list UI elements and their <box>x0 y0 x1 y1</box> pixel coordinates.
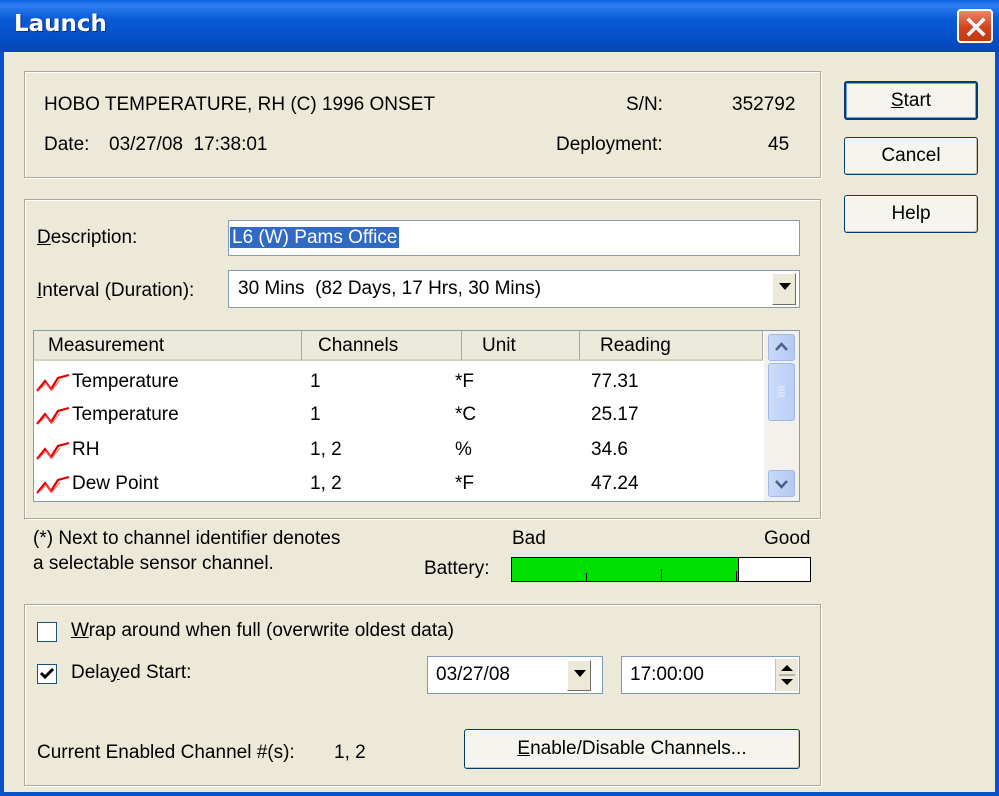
cell-reading: 34.6 <box>591 439 628 460</box>
deployment-value: 45 <box>768 134 790 155</box>
line-graph-icon <box>36 406 70 425</box>
chevron-up-icon <box>775 342 788 351</box>
wrap-checkbox[interactable] <box>37 622 57 642</box>
delayed-start-checkbox[interactable] <box>37 664 57 684</box>
description-label-key: D <box>37 227 51 248</box>
measurement-table[interactable]: Measurement Channels Unit Reading Temper… <box>33 330 800 502</box>
table-scrollbar[interactable] <box>764 331 799 501</box>
scroll-down-button[interactable] <box>768 470 795 497</box>
enable-button-key: E <box>517 738 531 759</box>
delayed-start-label[interactable]: Delayed Start: <box>71 662 191 684</box>
cell-measurement: Dew Point <box>72 473 159 494</box>
start-date-value: 03/27/08 <box>436 664 510 685</box>
column-header-unit[interactable]: Unit <box>462 331 580 361</box>
enable-button-label: nable/Disable Channels... <box>530 738 747 759</box>
sn-label: S/N: <box>626 94 663 115</box>
line-graph-icon <box>36 373 70 392</box>
interval-select[interactable]: 30 Mins (82 Days, 17 Hrs, 30 Mins) <box>228 270 800 308</box>
start-button-key: S <box>890 90 904 111</box>
deployment-label: Deployment: <box>556 134 663 155</box>
start-date-picker[interactable]: 03/27/08 <box>427 656 603 694</box>
description-label-text: escription: <box>50 227 138 248</box>
close-icon <box>966 17 986 37</box>
battery-tick <box>586 573 587 581</box>
close-button[interactable] <box>957 9 993 43</box>
battery-gauge <box>511 557 811 582</box>
device-info-group: HOBO TEMPERATURE, RH (C) 1996 ONSET S/N:… <box>24 71 821 178</box>
line-graph-icon <box>36 475 70 494</box>
table-row[interactable]: Temperature 1 *C 25.17 <box>34 397 763 432</box>
column-header-measurement[interactable]: Measurement <box>34 331 302 361</box>
start-button[interactable]: Start <box>844 81 978 120</box>
start-time-field[interactable]: 17:00:00 <box>621 656 800 694</box>
wrap-label[interactable]: Wrap around when full (overwrite oldest … <box>71 620 454 642</box>
cell-unit: *F <box>455 473 474 494</box>
cell-unit: *F <box>455 371 474 392</box>
cell-reading: 25.17 <box>591 404 639 425</box>
column-header-channels[interactable]: Channels <box>302 331 462 361</box>
cell-channels: 1 <box>310 404 321 425</box>
date-label: Date: <box>44 134 90 155</box>
table-row[interactable]: Temperature 1 *F 77.31 <box>34 364 763 399</box>
battery-label: Battery: <box>424 558 490 579</box>
column-header-reading[interactable]: Reading <box>580 331 763 361</box>
start-date-dropdown-button[interactable] <box>567 660 591 691</box>
start-time-value: 17:00:00 <box>630 664 704 685</box>
help-button[interactable]: Help <box>844 195 978 233</box>
chevron-down-icon <box>775 480 788 489</box>
table-row[interactable]: Dew Point 1, 2 *F 47.24 <box>34 466 763 501</box>
cell-measurement: RH <box>72 439 100 460</box>
device-name: HOBO TEMPERATURE, RH (C) 1996 ONSET <box>44 94 435 115</box>
battery-bad-label: Bad <box>512 528 546 549</box>
cell-unit: % <box>455 439 472 460</box>
description-input[interactable]: L6 (W) Pams Office <box>228 220 800 256</box>
checkmark-icon <box>39 667 55 680</box>
note-line-2: a selectable sensor channel. <box>33 553 274 574</box>
description-value: L6 (W) Pams Office <box>230 227 400 248</box>
sn-value: 352792 <box>732 94 796 115</box>
time-spinner[interactable] <box>775 659 798 691</box>
interval-label-text: nterval (Duration): <box>42 280 195 301</box>
description-label: Description: <box>37 227 137 249</box>
table-row[interactable]: RH 1, 2 % 34.6 <box>34 432 763 467</box>
battery-tick <box>661 569 662 581</box>
battery-tick <box>736 571 737 581</box>
enabled-channels-label: Current Enabled Channel #(s): <box>37 742 295 763</box>
scroll-up-button[interactable] <box>768 334 795 361</box>
wrap-label-key: W <box>71 620 89 641</box>
cancel-button[interactable]: Cancel <box>844 137 978 175</box>
cell-channels: 1 <box>310 371 321 392</box>
cell-channels: 1, 2 <box>310 439 342 460</box>
enable-disable-channels-button[interactable]: Enable/Disable Channels... <box>464 729 800 769</box>
date-value: 03/27/08 17:38:01 <box>109 134 268 155</box>
battery-level-fill <box>512 558 740 581</box>
enabled-channels-value: 1, 2 <box>334 742 366 763</box>
note-line-1: (*) Next to channel identifier denotes <box>33 528 341 549</box>
spinner-arrows-icon <box>779 665 795 685</box>
window-title: Launch <box>14 11 107 37</box>
interval-dropdown-button[interactable] <box>772 273 796 305</box>
cell-reading: 77.31 <box>591 371 639 392</box>
delayed-start-label-pre: Dela <box>71 662 111 683</box>
start-button-label: tart <box>903 90 932 111</box>
cell-measurement: Temperature <box>72 404 179 425</box>
delayed-start-label-key: y <box>110 662 120 683</box>
interval-value: 30 Mins (82 Days, 17 Hrs, 30 Mins) <box>238 278 542 299</box>
grip-icon <box>778 386 785 397</box>
interval-label: Interval (Duration): <box>37 280 194 302</box>
cell-channels: 1, 2 <box>310 473 342 494</box>
wrap-label-text: rap around when full (overwrite oldest d… <box>88 620 455 641</box>
cell-unit: *C <box>455 404 477 425</box>
title-bar[interactable]: Launch <box>0 0 999 52</box>
scroll-thumb[interactable] <box>768 363 795 421</box>
delayed-start-label-text: ed Start: <box>119 662 192 683</box>
cell-measurement: Temperature <box>72 371 179 392</box>
line-graph-icon <box>36 441 70 460</box>
cell-reading: 47.24 <box>591 473 639 494</box>
battery-good-label: Good <box>764 528 811 549</box>
